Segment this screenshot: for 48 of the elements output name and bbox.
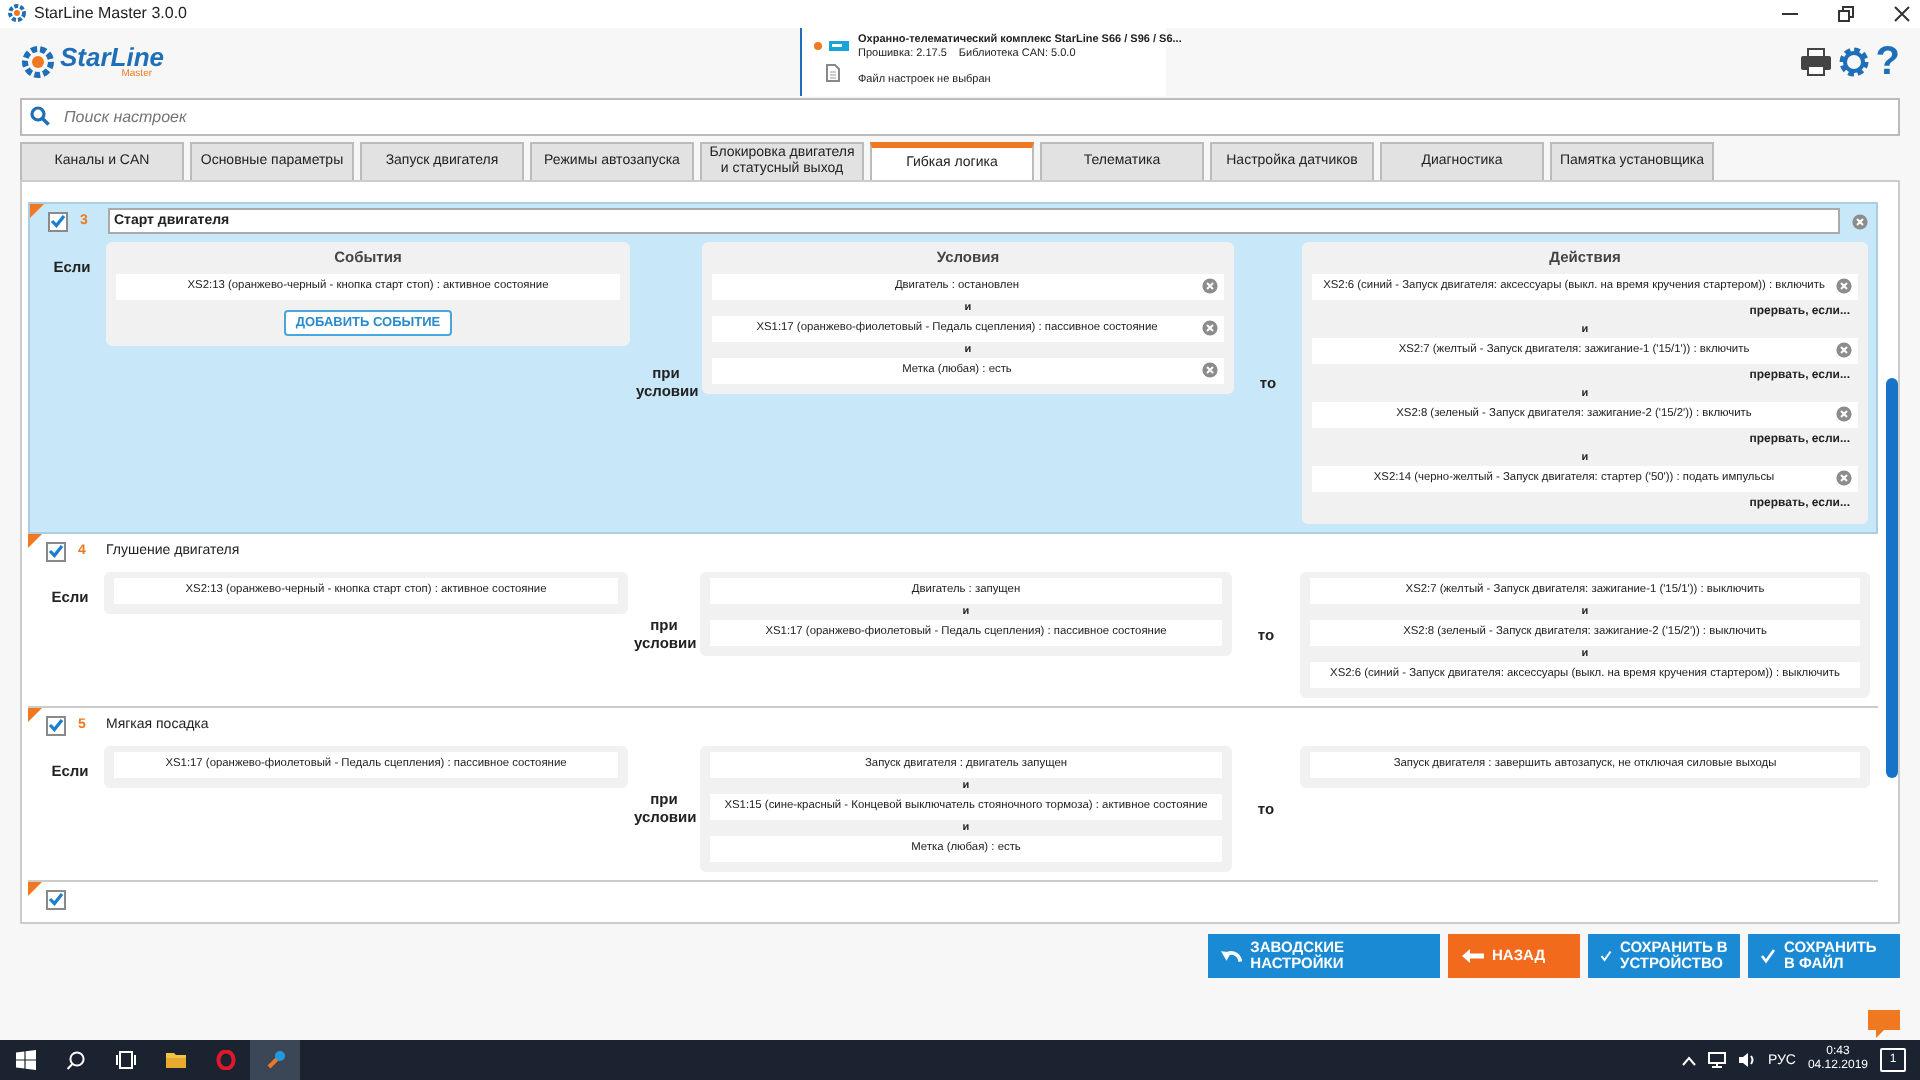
remove-icon[interactable]	[1836, 342, 1852, 359]
checkbox[interactable]	[48, 211, 68, 232]
window-title: StarLine Master 3.0.0	[34, 4, 187, 23]
remove-icon[interactable]	[1202, 362, 1218, 379]
remove-icon[interactable]	[1202, 278, 1218, 295]
folder-icon	[165, 1050, 185, 1070]
checkbox[interactable]	[46, 889, 66, 910]
remove-icon[interactable]	[1836, 406, 1852, 423]
corner-marker-icon	[28, 533, 42, 548]
checkmark-icon	[1760, 944, 1776, 969]
search-input[interactable]: Поиск настроек	[60, 105, 1890, 128]
printer-icon[interactable]	[1799, 47, 1832, 76]
logo-text: StarLine	[60, 43, 165, 70]
app-gear-icon	[8, 4, 26, 23]
network-icon[interactable]	[1707, 1052, 1726, 1068]
remove-icon[interactable]	[1852, 213, 1868, 230]
checkmark-icon	[50, 214, 66, 229]
ring-icon	[215, 1050, 235, 1070]
search-icon	[30, 106, 50, 127]
remove-icon[interactable]	[1836, 278, 1852, 295]
checkmark-icon	[48, 544, 64, 559]
settings-icon[interactable]	[1837, 45, 1870, 78]
scrollbar-thumb[interactable]	[1886, 377, 1898, 778]
search-field[interactable]: Поиск настроек	[20, 97, 1900, 136]
chevron-up-icon[interactable]	[1681, 1055, 1696, 1065]
document-icon	[825, 63, 839, 82]
gear-logo-icon	[20, 43, 56, 80]
speaker-icon[interactable]	[1737, 1052, 1756, 1068]
checkbox[interactable]	[46, 715, 66, 736]
chat-icon[interactable]	[1868, 1010, 1900, 1040]
corner-marker-icon	[28, 881, 42, 896]
windows-logo-icon[interactable]	[15, 1050, 35, 1070]
checkbox[interactable]	[46, 541, 66, 562]
corner-marker-icon	[30, 203, 44, 218]
search-icon	[65, 1050, 85, 1070]
restore-icon[interactable]	[1836, 3, 1856, 24]
rule-card[interactable]	[28, 201, 1878, 534]
remove-icon[interactable]	[1202, 320, 1218, 337]
close-icon[interactable]	[1892, 3, 1912, 24]
checkmark-icon	[48, 718, 64, 733]
wrench-icon	[265, 1050, 285, 1070]
left-arrow-icon	[1460, 944, 1484, 969]
help-button[interactable]: ?	[1875, 41, 1900, 82]
remove-icon[interactable]	[1836, 470, 1852, 487]
corner-marker-icon	[28, 707, 42, 722]
checkmark-icon	[48, 892, 64, 907]
device-icon	[828, 39, 850, 52]
task-view-icon	[115, 1050, 135, 1070]
